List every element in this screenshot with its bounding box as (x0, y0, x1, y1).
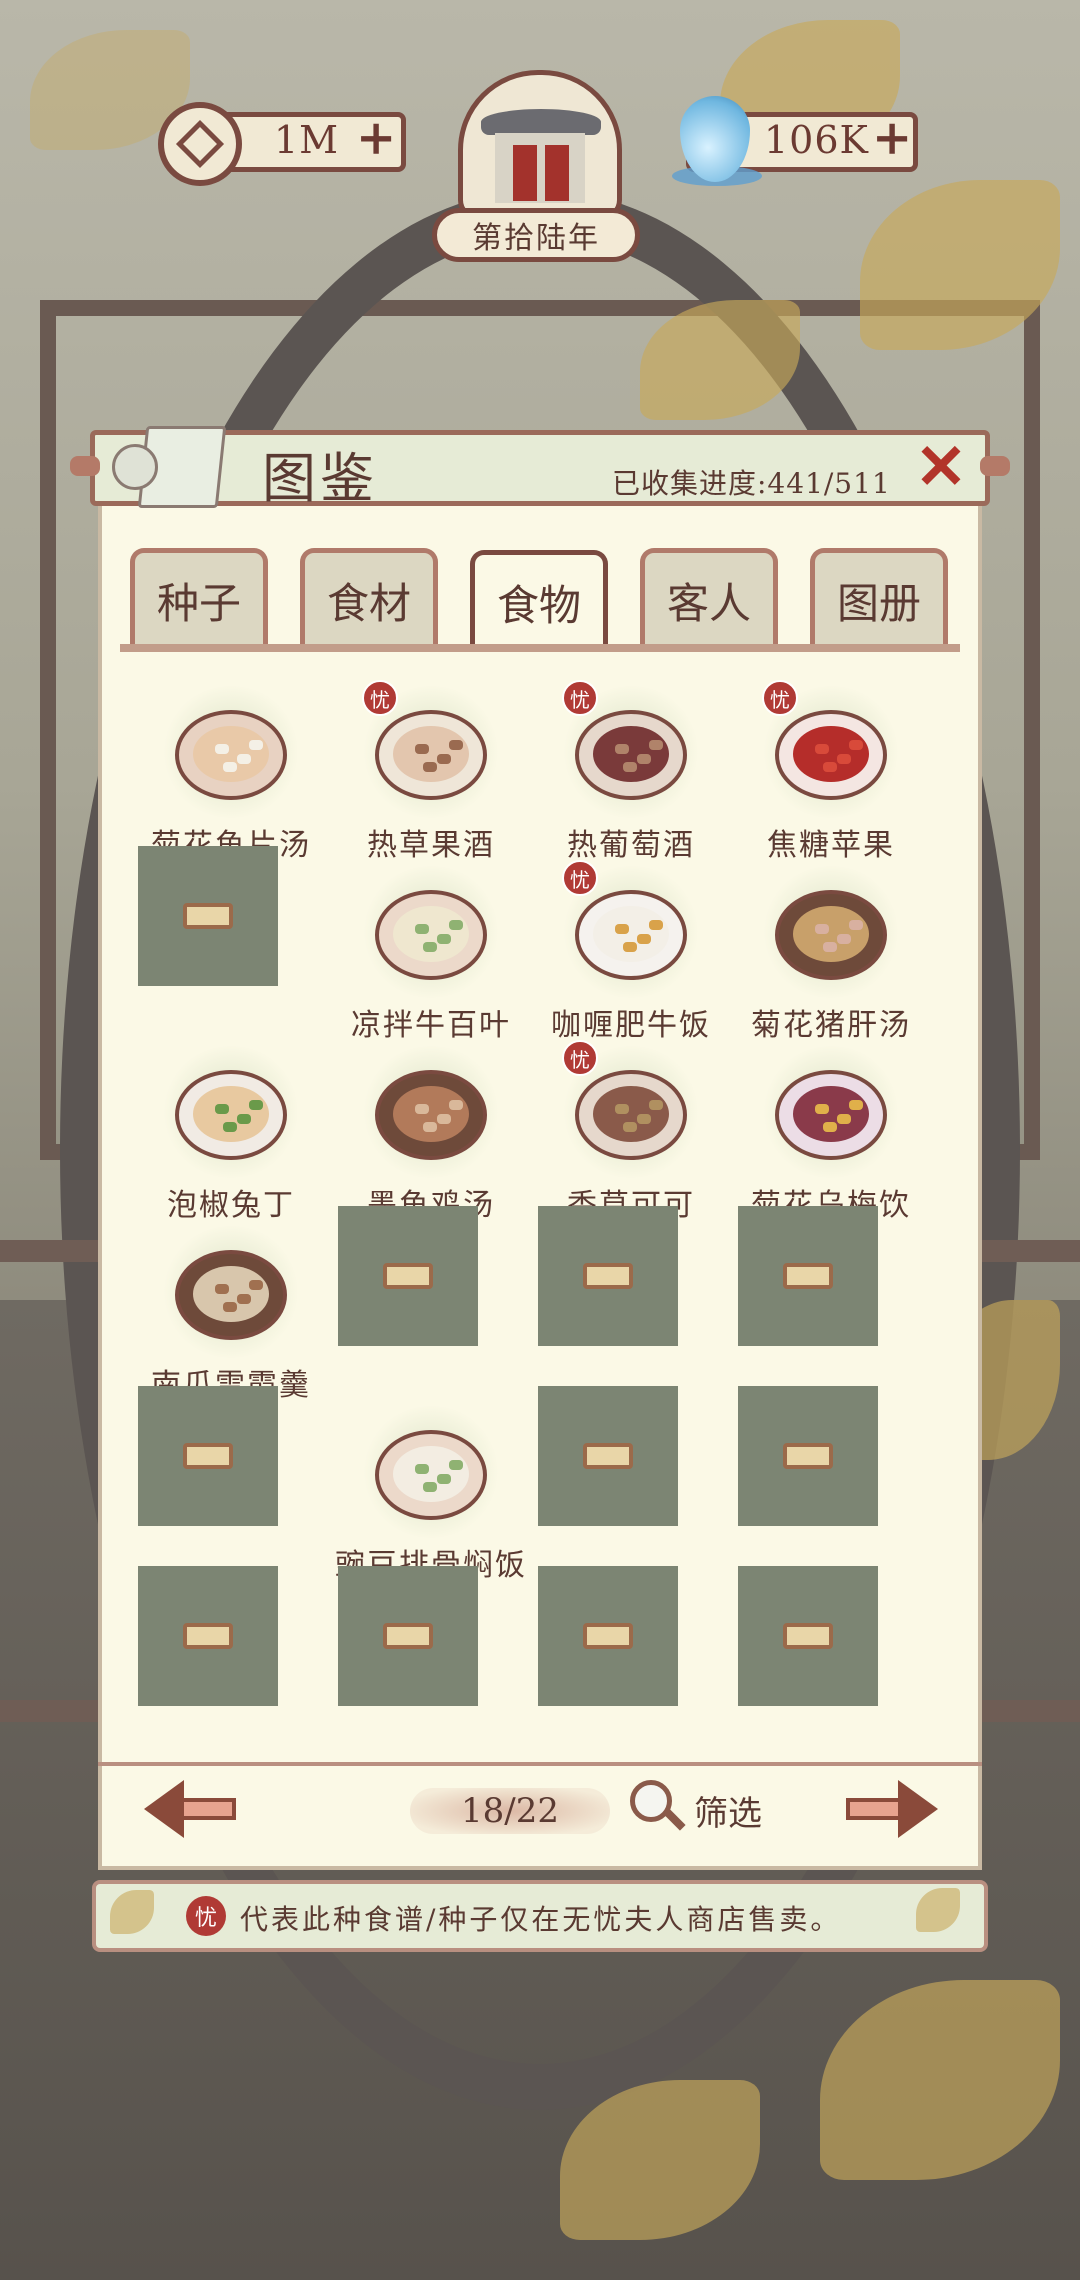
tab-guests[interactable]: 客人 (640, 548, 778, 648)
locked-slot (138, 1386, 278, 1526)
lock-plaque-icon (583, 1263, 633, 1289)
note-text: 代表此种食谱/种子仅在无忧夫人商店售卖。 (240, 1903, 842, 1936)
food-item[interactable]: 忧热葡萄酒 (536, 680, 726, 870)
filter-button[interactable]: 筛选 (630, 1780, 770, 1840)
locked-food-item[interactable] (736, 1566, 926, 1770)
food-name: 咖喱肥牛饭 (551, 1008, 711, 1043)
dish-icon (761, 1046, 901, 1178)
coin-icon (158, 102, 242, 186)
food-item[interactable]: 墨鱼鸡汤 (336, 1046, 526, 1230)
dish-icon (161, 1046, 301, 1178)
filter-label: 筛选 (694, 1794, 762, 1834)
lock-plaque-icon (383, 1623, 433, 1649)
lock-plaque-icon (583, 1443, 633, 1469)
magnifier-handle (664, 1809, 686, 1831)
locked-food-item[interactable] (336, 1206, 526, 1410)
dish-icon (161, 1226, 301, 1358)
locked-slot (138, 846, 278, 986)
locked-slot (738, 1206, 878, 1346)
scroll-icon (112, 420, 242, 510)
locked-food-item[interactable] (736, 1386, 926, 1590)
food-name: 焦糖苹果 (767, 828, 895, 863)
panel-title: 图鉴 (262, 447, 378, 510)
lock-plaque-icon (183, 1623, 233, 1649)
tab-album[interactable]: 图册 (810, 548, 948, 648)
locked-slot (338, 1566, 478, 1706)
locked-slot (538, 1206, 678, 1346)
tab-underline (120, 644, 960, 652)
shop-exclusive-badge: 忧 (186, 1896, 226, 1936)
locked-food-item[interactable] (136, 1386, 326, 1590)
add-water-button[interactable]: + (872, 114, 912, 162)
tab-seeds[interactable]: 种子 (130, 548, 268, 648)
locked-food-item[interactable] (336, 1566, 526, 1770)
lock-plaque-icon (183, 903, 233, 929)
lock-plaque-icon (783, 1443, 833, 1469)
lock-plaque-icon (383, 1263, 433, 1289)
food-item[interactable]: 泡椒兔丁 (136, 1046, 326, 1230)
scroll-rod-right (980, 456, 1010, 476)
shop-exclusive-badge: 忧 (562, 860, 598, 896)
locked-slot (138, 1566, 278, 1706)
locked-slot (738, 1566, 878, 1706)
locked-food-item[interactable] (536, 1386, 726, 1590)
food-item[interactable]: 菊花猪肝汤 (736, 866, 926, 1050)
food-item[interactable]: 忧香草可可 (536, 1040, 726, 1230)
shop-exclusive-badge: 忧 (562, 680, 598, 716)
locked-food-item[interactable] (136, 1566, 326, 1770)
locked-slot (538, 1386, 678, 1526)
dish-icon (361, 866, 501, 998)
food-item[interactable]: 菊花乌梅饮 (736, 1046, 926, 1230)
locked-slot (538, 1566, 678, 1706)
scroll-rod-left (70, 456, 100, 476)
food-item[interactable]: 忧咖喱肥牛饭 (536, 860, 726, 1050)
dish-icon (361, 1406, 501, 1538)
tab-label: 种子 (156, 579, 241, 628)
food-name: 菊花猪肝汤 (751, 1008, 911, 1043)
locked-food-item[interactable] (136, 846, 326, 1050)
water-value: 106K (764, 118, 869, 162)
add-coins-button[interactable]: + (356, 114, 396, 162)
coin-value: 1M (274, 118, 340, 162)
food-item[interactable]: 豌豆排骨焖饭 (335, 1406, 526, 1590)
arrow-left-icon[interactable] (144, 1780, 240, 1838)
arrow-right-icon[interactable] (842, 1780, 938, 1838)
food-name: 热草果酒 (367, 828, 495, 863)
tab-food[interactable]: 食物 (470, 550, 608, 650)
dish-icon (361, 1046, 501, 1178)
lock-plaque-icon (583, 1623, 633, 1649)
locked-slot (738, 1386, 878, 1526)
shop-exclusive-badge: 忧 (362, 680, 398, 716)
lock-plaque-icon (783, 1623, 833, 1649)
house-icon[interactable] (458, 70, 622, 220)
dish-icon (161, 686, 301, 818)
tab-label: 食材 (326, 579, 411, 628)
food-item[interactable]: 忧热草果酒 (336, 680, 526, 870)
collection-progress: 已收集进度:441/511 (612, 467, 891, 500)
tab-label: 食物 (496, 581, 581, 630)
food-item[interactable]: 忧焦糖苹果 (736, 680, 926, 870)
food-item[interactable]: 南瓜雪霞羹 (136, 1226, 326, 1410)
tab-ingredients[interactable]: 食材 (300, 548, 438, 648)
food-item[interactable]: 菊花鱼片汤 (136, 686, 326, 870)
dish-icon (761, 866, 901, 998)
lock-plaque-icon (183, 1443, 233, 1469)
close-icon[interactable]: ✕ (912, 436, 970, 498)
food-name: 热葡萄酒 (567, 828, 695, 863)
locked-food-item[interactable] (536, 1206, 726, 1410)
lock-plaque-icon (783, 1263, 833, 1289)
food-item[interactable]: 凉拌牛百叶 (336, 866, 526, 1050)
tab-label: 图册 (836, 579, 921, 628)
shop-exclusive-badge: 忧 (562, 1040, 598, 1076)
locked-food-item[interactable] (536, 1566, 726, 1770)
shop-exclusive-badge: 忧 (762, 680, 798, 716)
locked-slot (338, 1206, 478, 1346)
year-badge: 第拾陆年 (432, 208, 640, 262)
tab-label: 客人 (666, 579, 751, 628)
food-name: 泡椒兔丁 (167, 1188, 295, 1223)
food-name: 凉拌牛百叶 (351, 1008, 511, 1043)
footer-divider (98, 1762, 982, 1766)
page-indicator: 18/22 (410, 1788, 610, 1834)
locked-food-item[interactable] (736, 1206, 926, 1410)
